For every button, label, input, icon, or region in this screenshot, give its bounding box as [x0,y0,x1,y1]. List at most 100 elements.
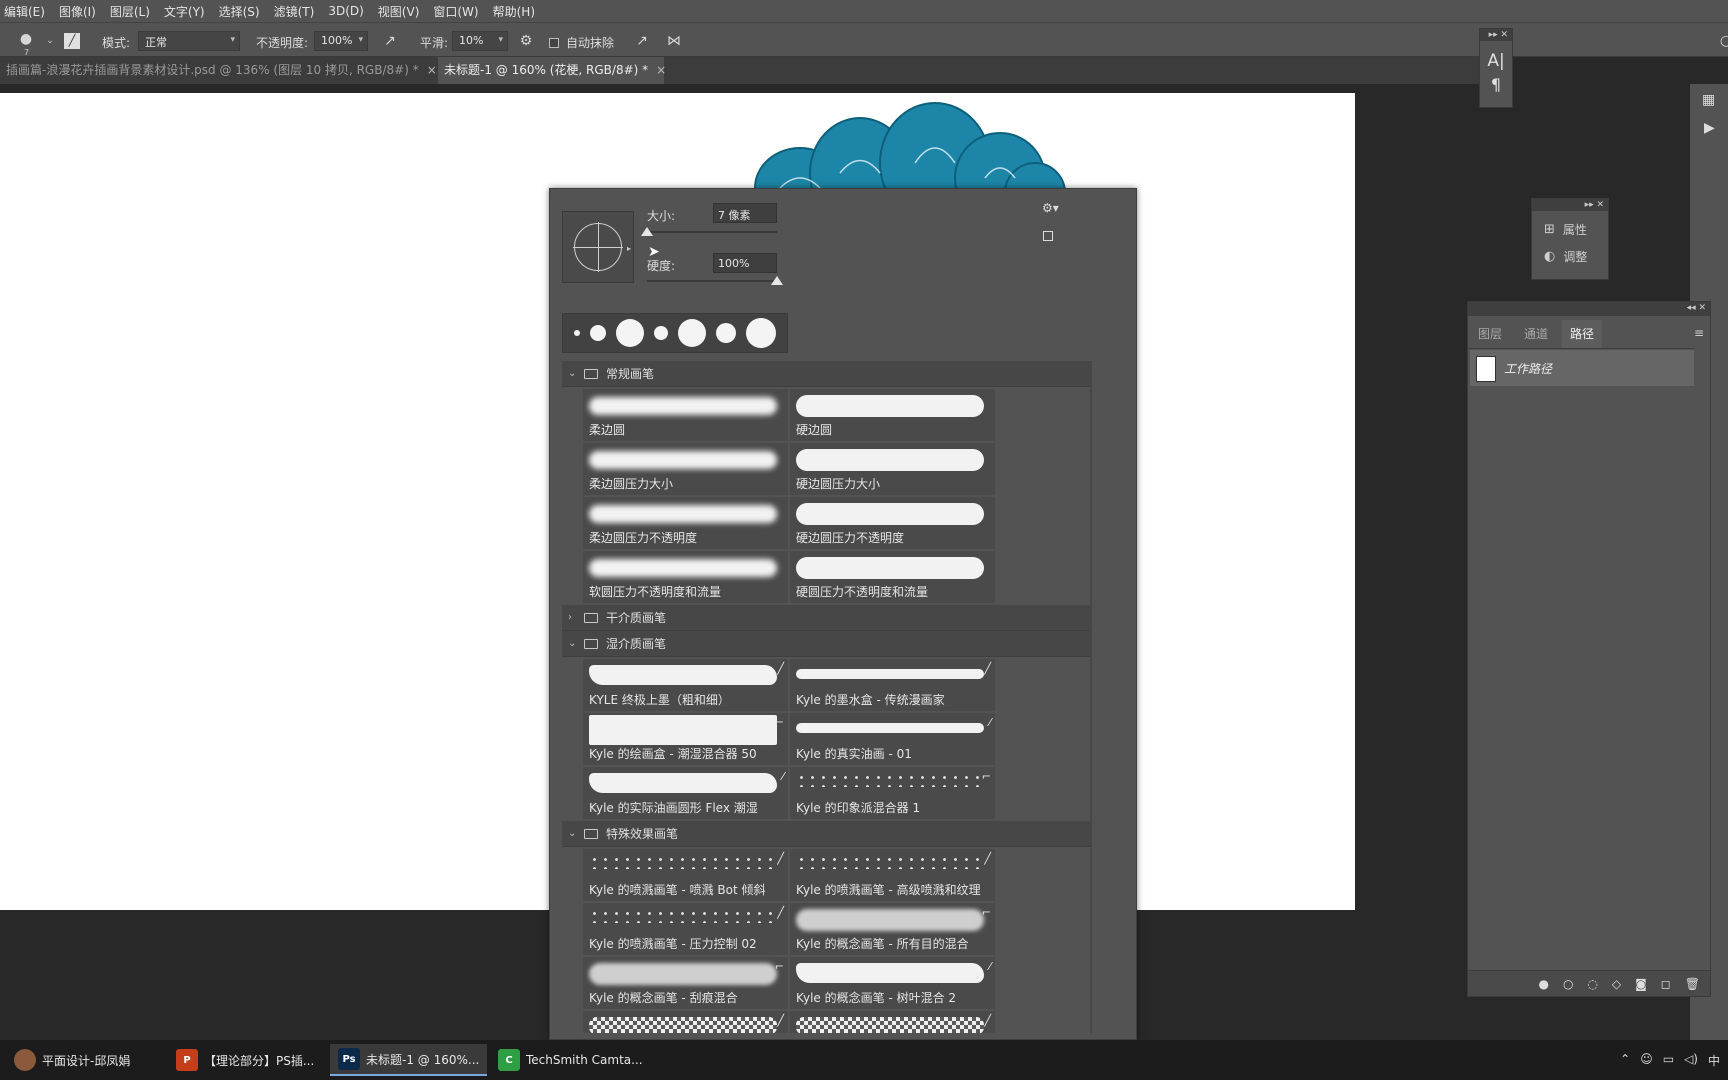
close-icon[interactable]: × [656,63,666,77]
brush-preset[interactable]: ╱ KYLE 终极上墨（粗和细） [583,659,788,711]
properties-button[interactable]: ⊞ 属性 [1544,221,1608,238]
brush-preset[interactable]: 硬边圆 [790,389,995,441]
make-path-icon[interactable]: ◇ [1612,977,1621,991]
brush-preset[interactable]: 硬边圆压力不透明度 [790,497,995,549]
brush-group-header[interactable]: ⌄ 湿介质画笔 [562,631,1092,657]
menu-item-6[interactable]: 3D(D) [328,4,363,18]
pressure-size-icon[interactable]: ↗ [632,31,652,51]
brush-preset[interactable]: 柔边圆 [583,389,788,441]
recent-brush-1[interactable] [574,330,580,336]
brush-preset[interactable]: 硬圆压力不透明度和流量 [790,551,995,603]
load-selection-icon[interactable]: ◌ [1587,977,1597,991]
brush-preset[interactable]: ⌐ Kyle 的概念画笔 - 刮痕混合 [583,957,788,1009]
brush-group-header[interactable]: ⌄ 特殊效果画笔 [562,821,1092,847]
path-row-work-path[interactable]: 工作路径 [1470,350,1694,386]
taskbar-app-1[interactable]: P 【理论部分】PS插... [168,1044,322,1076]
ime-indicator[interactable]: 中 [1708,1052,1720,1069]
menu-item-5[interactable]: 滤镜(T) [274,3,315,20]
menu-item-2[interactable]: 图层(L) [110,3,150,20]
new-path-icon[interactable]: ◻ [1661,977,1671,991]
menu-item-4[interactable]: 选择(S) [219,3,260,20]
brush-preset[interactable]: 软圆压力不透明度和流量 [583,551,788,603]
chevron-down-icon[interactable]: ⌄ [568,368,580,379]
opacity-input[interactable]: 100% ▾ [314,31,368,51]
stroke-path-icon[interactable]: ○ [1563,977,1573,991]
play-icon[interactable]: ▶ [1704,120,1715,136]
size-slider[interactable] [647,231,777,233]
brush-tip-preview[interactable]: ▸ [562,211,634,283]
taskbar-app-0[interactable]: 平面设计-邱凤娟 [6,1044,138,1076]
recent-brush-5[interactable] [678,319,706,347]
brush-preset[interactable]: ⁄ Kyle 的实际油画圆形 Flex 潮湿 [583,767,788,819]
brush-preset[interactable]: 柔边圆压力大小 [583,443,788,495]
brush-preset[interactable]: 柔边圆压力不透明度 [583,497,788,549]
brush-preset[interactable]: ⌐ Kyle 的印象派混合器 1 [790,767,995,819]
search-icon[interactable]: ○ [1716,31,1728,51]
fill-path-icon[interactable]: ● [1538,977,1548,991]
auto-erase-checkbox[interactable] [549,38,559,48]
brush-group-header[interactable]: ⌄ 常规画笔 [562,361,1092,387]
recent-brush-7[interactable] [746,318,776,348]
menu-item-8[interactable]: 窗口(W) [433,3,478,20]
recent-brush-6[interactable] [716,323,736,343]
smooth-input[interactable]: 10% ▾ [452,31,508,51]
brush-preset[interactable]: ⌐ Kyle 的概念画笔 - 所有目的混合 [790,903,995,955]
brush-preset[interactable]: ⁄ Kyle 的真实油画 - 01 [790,713,995,765]
tab-layers[interactable]: 图层 [1470,320,1510,348]
size-input[interactable]: 7 像素 [713,203,777,223]
size-slider-handle[interactable] [641,227,653,236]
taskbar-app-2[interactable]: Ps 未标题-1 @ 160%... [330,1044,488,1076]
hardness-slider[interactable] [647,280,777,282]
panel-toggle-icon[interactable]: ▦ [1702,92,1715,108]
brush-list-scrollbar[interactable] [1090,361,1092,1033]
brush-preset[interactable]: ╱ [790,1011,995,1033]
brush-preset[interactable]: 硬边圆压力大小 [790,443,995,495]
taskbar-app-3[interactable]: C TechSmith Camta... [490,1044,651,1076]
tab-channels[interactable]: 通道 [1516,320,1556,348]
mode-select[interactable]: 正常 ▾ [138,31,240,51]
character-icon[interactable]: A| [1480,51,1512,71]
chevron-down-icon[interactable]: ⌄ [568,828,580,839]
volume-icon[interactable]: ◁) [1684,1052,1698,1069]
pressure-opacity-icon[interactable]: ↗ [380,31,400,51]
network-icon[interactable]: ▭ [1663,1052,1674,1069]
people-icon[interactable]: ☺ [1640,1052,1653,1069]
brush-preset[interactable]: ⁄ Kyle 的概念画笔 - 树叶混合 2 [790,957,995,1009]
tab-document-1[interactable]: 插画篇-浪漫花卉插画背景素材设计.psd @ 136% (图层 10 拷贝, R… [0,57,437,84]
trash-icon[interactable]: 🗑 [1685,977,1700,991]
panel-menu-icon[interactable]: ≡ [1694,326,1704,340]
brush-preset[interactable]: ⌐ Kyle 的绘画盒 - 潮湿混合器 50 [583,713,788,765]
add-mask-icon[interactable]: ◙ [1635,977,1647,991]
menu-item-7[interactable]: 视图(V) [378,3,420,20]
recent-brush-3[interactable] [616,319,644,347]
brush-preset[interactable]: ╱ [583,1011,788,1033]
brush-tool-icon[interactable]: ● [16,29,36,49]
chevron-down-icon[interactable]: ⌄ [568,638,580,649]
brush-group-header[interactable]: › 干介质画笔 [562,605,1092,631]
brush-preset[interactable]: ╱ Kyle 的墨水盒 - 传统漫画家 [790,659,995,711]
recent-brush-2[interactable] [590,325,606,341]
gear-icon[interactable]: ⚙ [516,31,536,51]
adjustments-button[interactable]: ◐ 调整 [1544,248,1608,265]
hardness-input[interactable]: 100% [713,253,777,273]
paragraph-icon[interactable]: ¶ [1480,75,1512,94]
brush-preset-dropdown-icon[interactable]: ⌄ [40,31,60,51]
chevron-right-icon[interactable]: › [568,612,580,623]
brush-preset[interactable]: ╱ Kyle 的喷溅画笔 - 高级喷溅和纹理 [790,849,995,901]
chevron-up-icon[interactable]: ⌃ [1620,1052,1630,1069]
menu-item-0[interactable]: 编辑(E) [4,3,45,20]
brush-preset[interactable]: ╱ Kyle 的喷溅画笔 - 压力控制 02 [583,903,788,955]
brush-preset[interactable]: ╱ Kyle 的喷溅画笔 - 喷溅 Bot 倾斜 [583,849,788,901]
gear-icon[interactable]: ⚙▾ [1042,201,1059,215]
tab-paths[interactable]: 路径 [1562,320,1603,348]
close-icon[interactable]: × [427,63,437,77]
hardness-slider-handle[interactable] [771,276,783,285]
menu-item-3[interactable]: 文字(Y) [164,3,205,20]
tab-document-2[interactable]: 未标题-1 @ 160% (花梗, RGB/8#) * × [438,57,666,84]
symmetry-icon[interactable]: ⋈ [664,31,684,51]
menu-item-9[interactable]: 帮助(H) [493,3,535,20]
menu-item-1[interactable]: 图像(I) [59,3,96,20]
recent-brush-4[interactable] [654,326,668,340]
new-preset-icon[interactable] [1043,231,1053,241]
brush-settings-toggle-icon[interactable]: ╱ [64,33,80,49]
